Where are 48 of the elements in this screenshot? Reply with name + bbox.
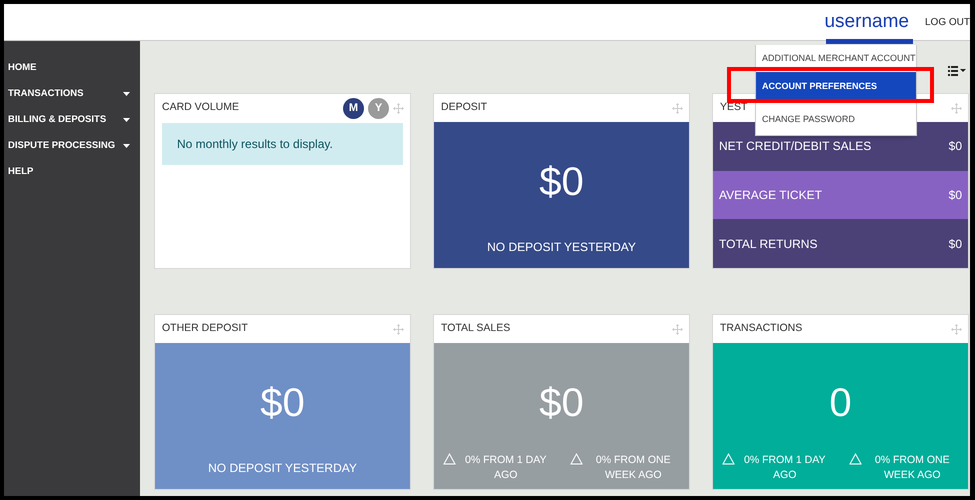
stat-text: 0% FROM ONE WEEK AGO (874, 453, 951, 482)
caret-icon (123, 118, 130, 122)
move-icon[interactable] (951, 102, 962, 114)
logout-link[interactable]: LOG OUT (924, 14, 970, 30)
stat-text: 0% FROM ONE WEEK AGO (594, 453, 672, 482)
row-label: TOTAL RETURNS (719, 236, 818, 253)
caption: NO DEPOSIT YESTERDAY (208, 460, 357, 477)
sidebar-item[interactable]: HELP (4, 159, 140, 185)
triangle-icon (722, 453, 735, 465)
sidebar-item[interactable]: TRANSACTIONS (4, 81, 140, 107)
caret-icon (123, 144, 130, 148)
widget-title: TOTAL SALES (441, 321, 510, 336)
move-icon[interactable] (393, 102, 404, 114)
period-toggle[interactable]: M (343, 98, 364, 118)
move-icon[interactable] (672, 102, 683, 114)
row-label: AVERAGE TICKET (719, 187, 822, 204)
big-value: 0 (829, 383, 852, 423)
sidebar-item[interactable]: BILLING & DEPOSITS (4, 107, 140, 133)
list-view-icon[interactable] (948, 66, 966, 76)
triangle-icon (570, 453, 584, 465)
sidebar-item[interactable]: DISPUTE PROCESSING (4, 133, 140, 159)
big-value: $0 (539, 383, 584, 423)
caret-icon (123, 92, 130, 96)
menu-item[interactable]: ACCOUNT PREFERENCES (756, 72, 916, 100)
widget-title: OTHER DEPOSIT (162, 321, 248, 336)
row-value: $0 (948, 236, 962, 253)
sidebar-item[interactable]: HOME (4, 55, 140, 81)
move-icon[interactable] (951, 324, 962, 334)
move-icon[interactable] (393, 324, 404, 334)
row-value: $0 (948, 138, 962, 156)
caption: NO DEPOSIT YESTERDAY (487, 239, 636, 256)
move-icon[interactable] (672, 324, 683, 334)
row-value: $0 (948, 187, 962, 204)
triangle-icon (442, 453, 456, 465)
widget-title: CARD VOLUME (162, 100, 240, 116)
triangle-icon (849, 453, 862, 465)
row-label: NET CREDIT/DEBIT SALES (719, 138, 872, 156)
menu-item[interactable]: CHANGE PASSWORD (756, 105, 916, 133)
widget-title: YEST (720, 100, 748, 116)
stat-text: 0% FROM 1 DAY AGO (464, 453, 548, 482)
widget-title: TRANSACTIONS (720, 321, 802, 336)
menu-item[interactable]: ADDITIONAL MERCHANT ACCOUNT (756, 45, 916, 72)
big-value: $0 (260, 383, 305, 423)
big-value: $0 (539, 162, 584, 202)
widget-title: DEPOSIT (441, 100, 488, 116)
info-alert: No monthly results to display. (162, 123, 403, 165)
username-link[interactable]: username (824, 8, 909, 36)
stat-text: 0% FROM 1 DAY AGO (743, 453, 826, 482)
